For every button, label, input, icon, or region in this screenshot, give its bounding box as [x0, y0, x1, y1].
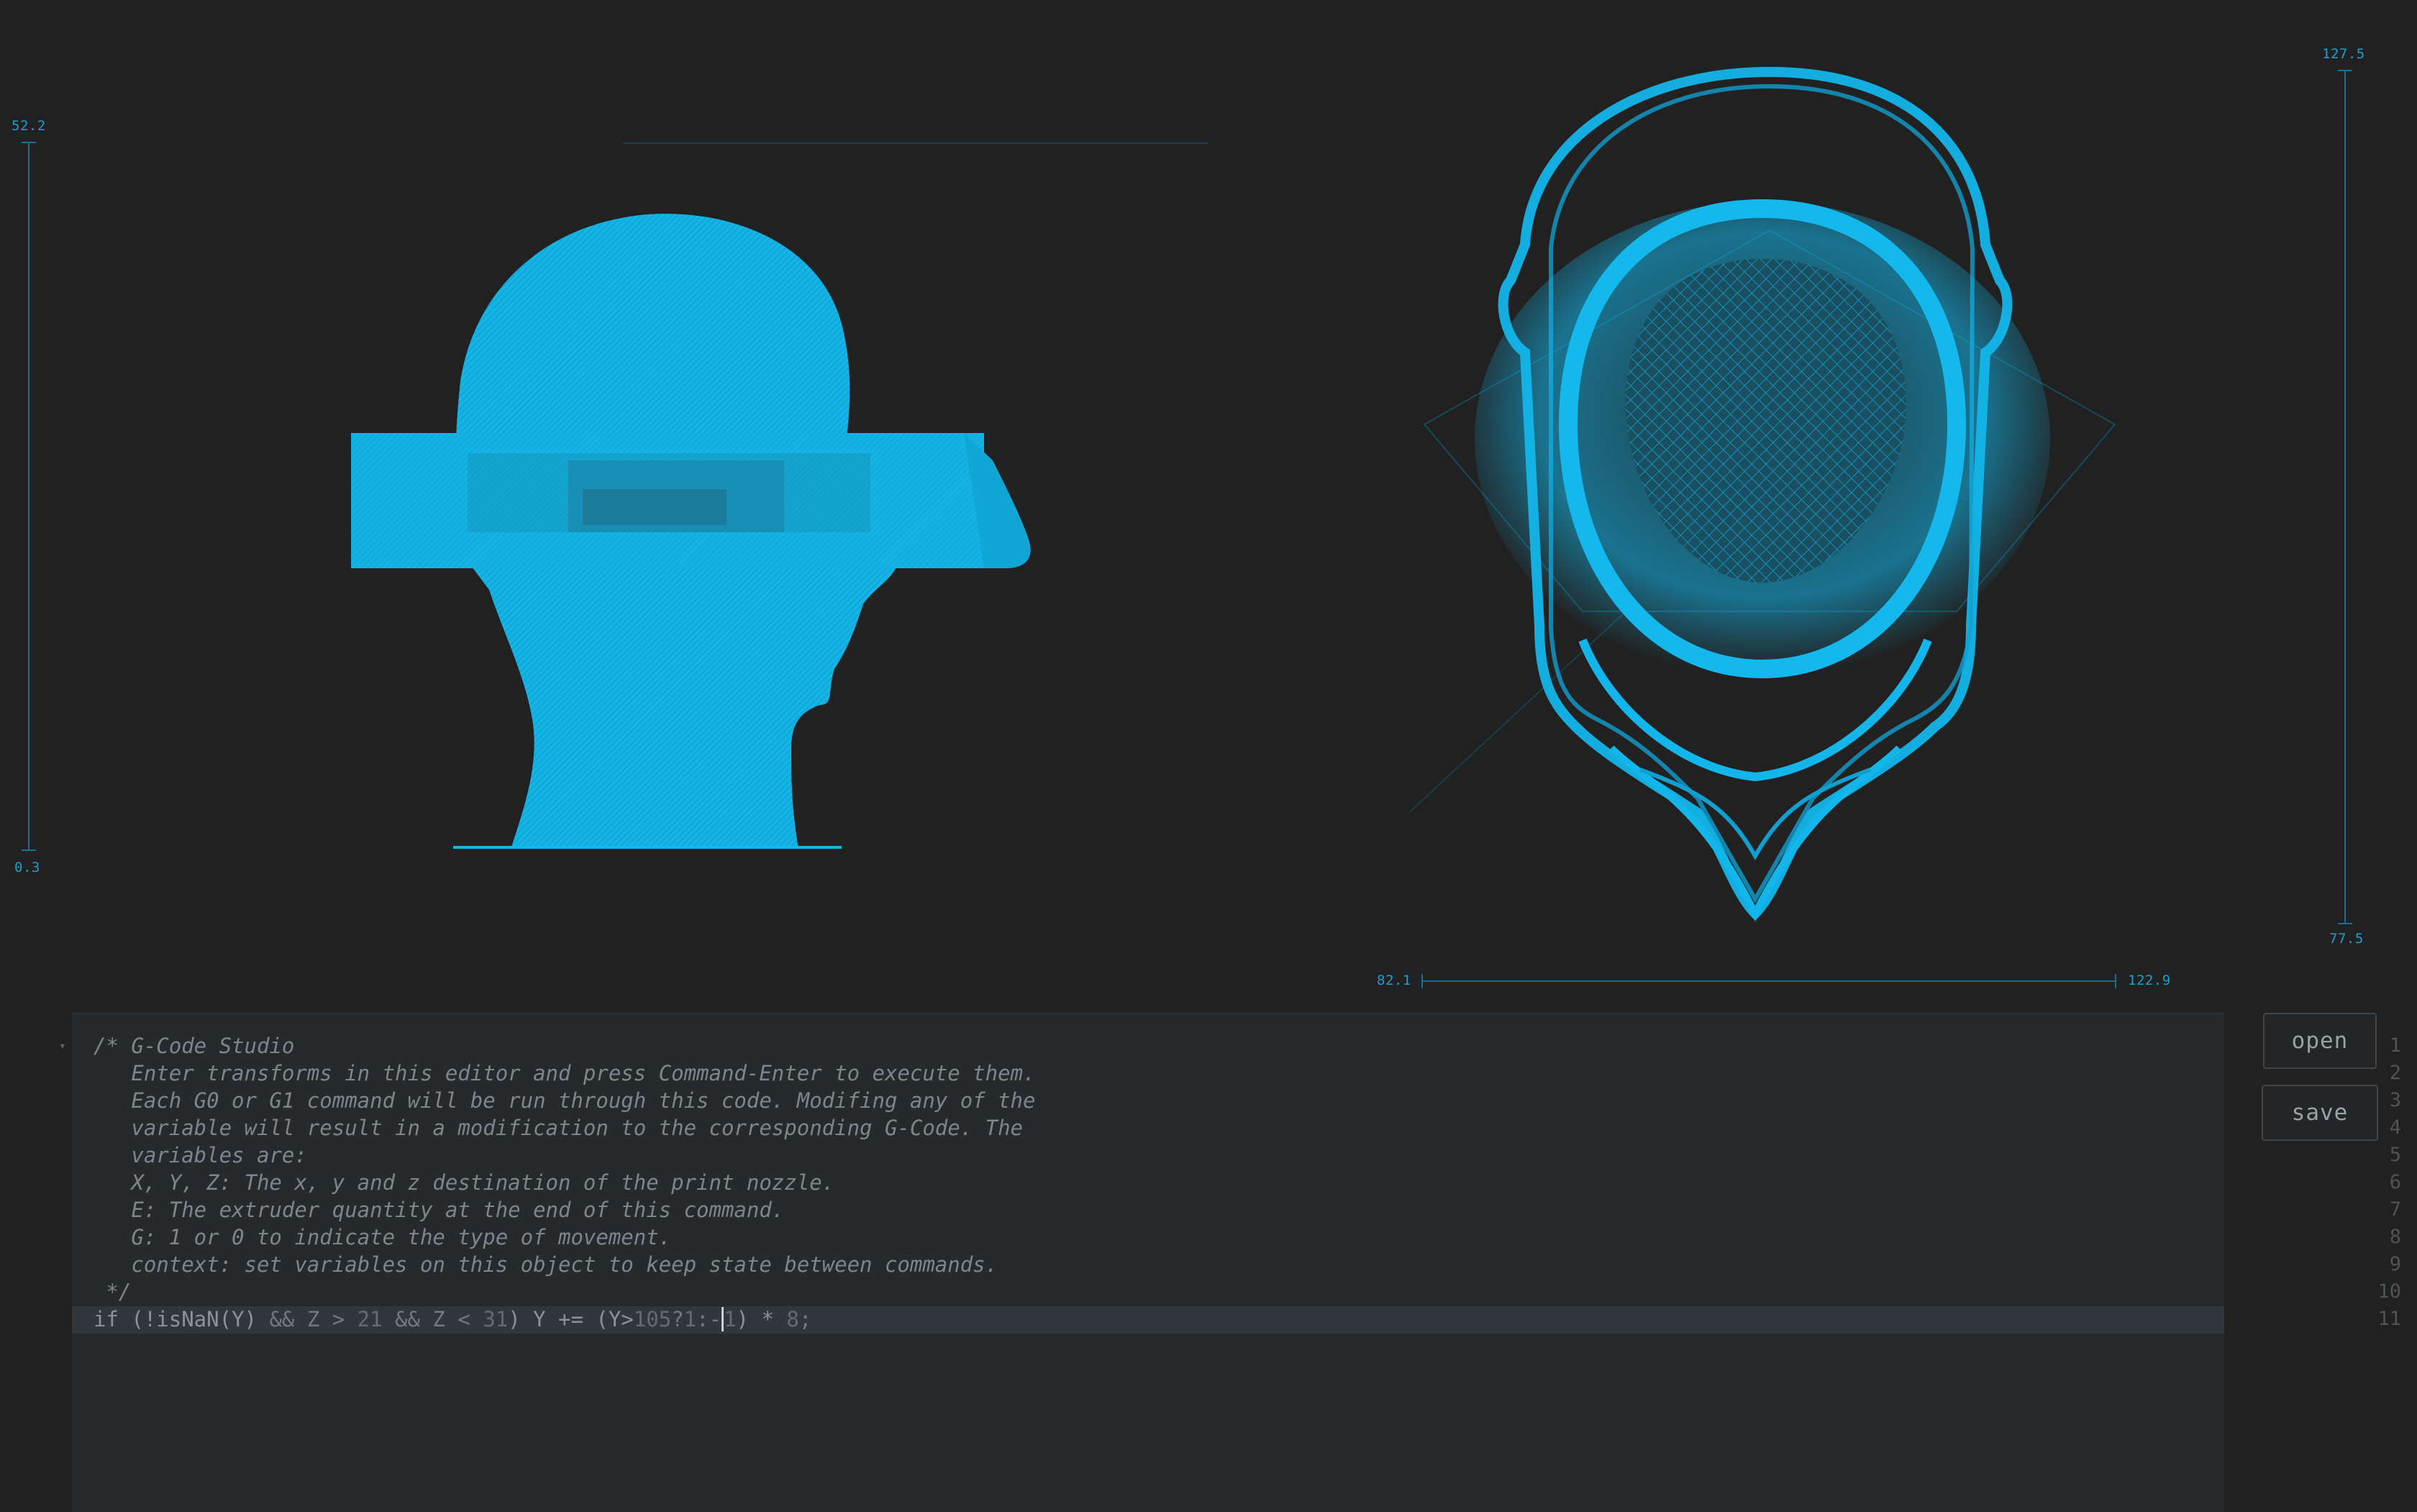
code-token: ? — [671, 1307, 684, 1331]
top-x-scale-line — [1421, 980, 2116, 982]
code-comment-line[interactable]: variable will result in a modification t… — [94, 1114, 1023, 1142]
code-token: :- — [696, 1307, 722, 1331]
code-token: ) Y += (Y> — [508, 1307, 634, 1331]
code-comment-line[interactable]: E: The extruder quantity at the end of t… — [94, 1196, 784, 1224]
side-view-guide-line — [623, 142, 1208, 144]
text-cursor: 1 — [722, 1307, 737, 1331]
top-x-min-label: 82.1 — [1377, 973, 1411, 988]
code-token: ; — [798, 1307, 812, 1331]
top-y-min-label: 77.5 — [2329, 931, 2364, 947]
line-number: 5 — [2389, 1144, 2401, 1166]
code-comment-line[interactable]: /* G-Code Studio — [94, 1032, 294, 1060]
line-number: 8 — [2389, 1226, 2401, 1248]
code-comment-line[interactable]: variables are: — [94, 1142, 306, 1169]
side-z-max-label: 52.2 — [12, 118, 46, 134]
line-number: 6 — [2389, 1171, 2401, 1193]
top-view-model — [1410, 66, 2116, 922]
line-number: 11 — [2377, 1308, 2401, 1330]
code-comment-line[interactable]: Each G0 or G1 command will be run throug… — [94, 1087, 1035, 1114]
code-token: 8 — [786, 1307, 799, 1331]
top-x-max-label: 122.9 — [2128, 973, 2171, 988]
model-viewport[interactable]: 52.2 0.3 127.5 77.5 82.1 122.9 — [0, 0, 2417, 1007]
code-token: 31 — [483, 1307, 509, 1331]
code-comment-line[interactable]: */ — [94, 1278, 131, 1306]
code-token: && Z > — [256, 1307, 358, 1331]
code-token: && Z < — [382, 1307, 483, 1331]
code-comment-line[interactable]: Enter transforms in this editor and pres… — [94, 1060, 1035, 1087]
code-token: 21 — [357, 1307, 383, 1331]
side-z-min-label: 0.3 — [14, 860, 40, 875]
code-statement-line[interactable]: if (!isNaN(Y) && Z > 21 && Z < 31) Y += … — [94, 1306, 811, 1333]
save-button[interactable]: save — [2262, 1085, 2378, 1141]
code-token: 105 — [633, 1307, 672, 1331]
top-y-scale-line — [2344, 70, 2346, 924]
code-comment-line[interactable]: context: set variables on this object to… — [94, 1251, 998, 1278]
editor-gutter — [0, 1013, 72, 1511]
fold-arrow-icon[interactable]: ▾ — [59, 1032, 66, 1060]
code-comment-line[interactable]: X, Y, Z: The x, y and z destination of t… — [94, 1169, 834, 1196]
open-button[interactable]: open — [2263, 1013, 2377, 1069]
code-token: if ( — [94, 1307, 144, 1331]
code-token: 1 — [683, 1307, 697, 1331]
code-token: !isNaN(Y) — [143, 1307, 257, 1331]
side-view-model — [351, 214, 1031, 849]
code-comment-line[interactable]: G: 1 or 0 to indicate the type of moveme… — [94, 1224, 671, 1251]
line-number: 9 — [2389, 1253, 2401, 1275]
line-number: 7 — [2389, 1198, 2401, 1221]
code-token: ) * — [736, 1307, 787, 1331]
line-number: 10 — [2377, 1280, 2401, 1303]
side-z-scale-line — [28, 142, 29, 851]
top-y-max-label: 127.5 — [2322, 46, 2365, 62]
